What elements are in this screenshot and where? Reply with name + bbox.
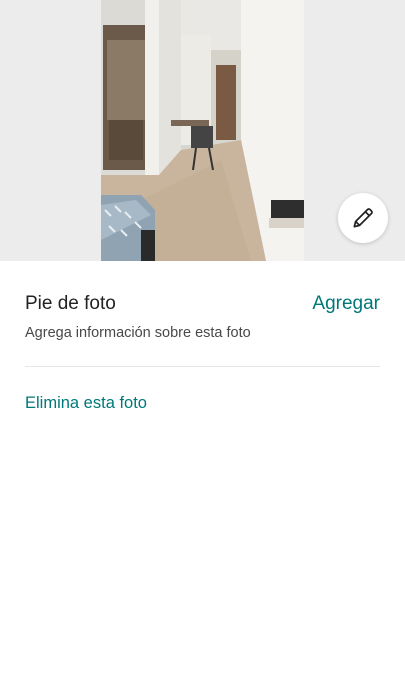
caption-title: Pie de foto	[25, 293, 116, 314]
divider	[25, 366, 380, 367]
photo-area	[0, 0, 405, 261]
add-caption-button[interactable]: Agregar	[312, 290, 380, 318]
photo-detail-screen: Pie de foto Agregar Agrega información s…	[0, 0, 405, 700]
apartment-photo[interactable]	[101, 0, 304, 261]
edit-photo-button[interactable]	[338, 193, 388, 243]
delete-photo-button[interactable]: Elimina esta foto	[25, 391, 147, 415]
pencil-icon	[350, 205, 376, 231]
caption-section: Pie de foto Agregar	[25, 290, 380, 318]
caption-help-text: Agrega información sobre esta foto	[25, 325, 251, 341]
